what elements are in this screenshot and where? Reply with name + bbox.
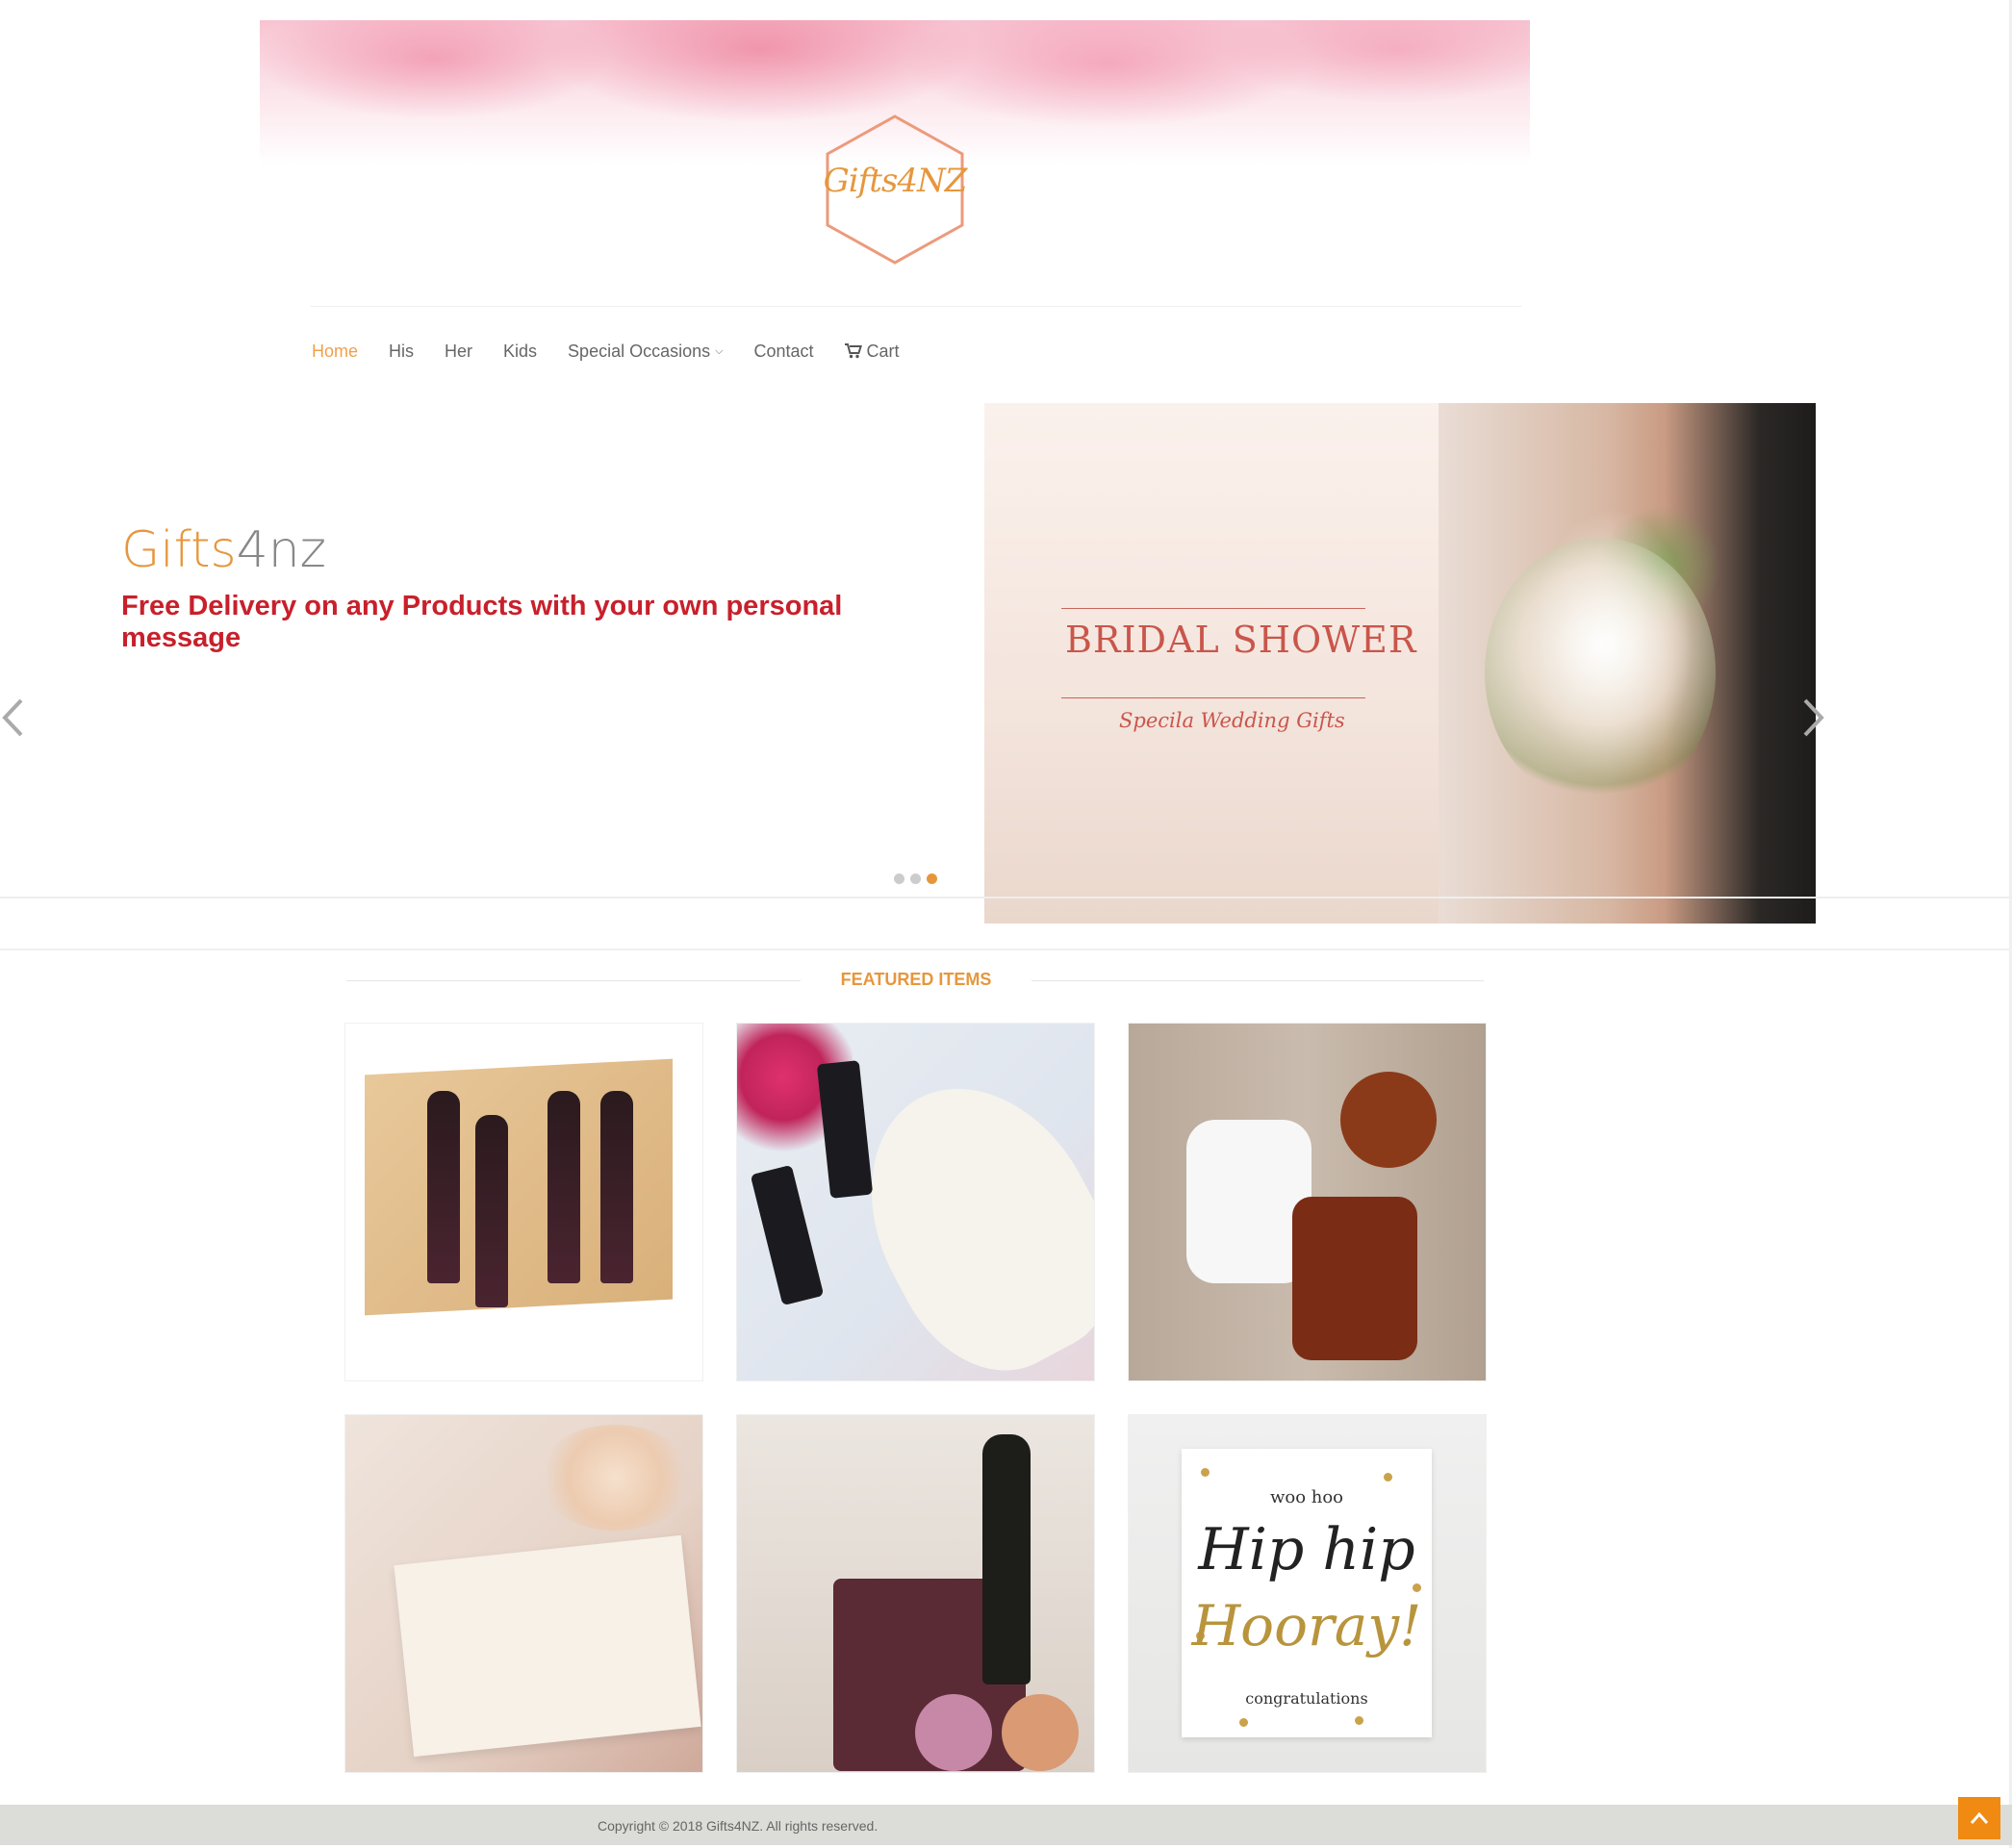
slide-brand-title: Gifts4nz bbox=[121, 521, 326, 579]
nav-home-label: Home bbox=[312, 341, 359, 361]
brand-title-part2: 4nz bbox=[236, 521, 326, 579]
hero-bouquet bbox=[1485, 538, 1716, 807]
site-logo[interactable]: Gifts4NZ bbox=[823, 114, 967, 266]
nav-cart-label: Cart bbox=[866, 341, 900, 361]
slider-dot[interactable] bbox=[894, 873, 904, 884]
footer: Copyright © 2018 Gifts4NZ. All rights re… bbox=[0, 1805, 2012, 1845]
logo-text: Gifts4NZ bbox=[823, 162, 968, 200]
slider-dot-active[interactable] bbox=[927, 873, 937, 884]
nav-special-occasions[interactable]: Special Occasions ⌵ bbox=[568, 337, 723, 366]
copyright-text: Copyright © 2018 Gifts4NZ. All rights re… bbox=[598, 1818, 879, 1834]
nav-his-label: His bbox=[389, 341, 415, 361]
product-image bbox=[345, 1415, 702, 1772]
slide-hero-image: BRIDAL SHOWER Specila Wedding Gifts bbox=[984, 403, 1816, 924]
nav-contact-label: Contact bbox=[753, 341, 814, 361]
wine-bottle bbox=[548, 1091, 580, 1283]
product-card-wine[interactable] bbox=[344, 1023, 703, 1381]
product-image bbox=[737, 1415, 1094, 1772]
nav-special-occasions-label: Special Occasions bbox=[568, 341, 711, 361]
lipstick bbox=[750, 1164, 825, 1306]
lipstick bbox=[816, 1060, 874, 1199]
hero-rule-bottom bbox=[1061, 697, 1365, 698]
slider-prev-button[interactable] bbox=[0, 689, 25, 751]
nav-contact[interactable]: Contact bbox=[753, 337, 813, 366]
wine-bottle bbox=[475, 1115, 508, 1307]
nav-kids[interactable]: Kids bbox=[503, 337, 537, 366]
gold-dot bbox=[1355, 1716, 1363, 1725]
section-divider bbox=[0, 949, 2012, 950]
featured-rule-right bbox=[1031, 980, 1484, 981]
gift-box bbox=[826, 1048, 1094, 1380]
wine-bottle bbox=[600, 1091, 633, 1283]
slider-indicators bbox=[894, 873, 937, 884]
card-text-congratulations: congratulations bbox=[1245, 1689, 1368, 1708]
header-divider bbox=[311, 306, 1521, 307]
chocolate-tin bbox=[1002, 1694, 1079, 1771]
product-card-invitation[interactable] bbox=[344, 1414, 703, 1773]
brand-title-part1: Gifts bbox=[121, 521, 237, 579]
slide-subtitle: Free Delivery on any Products with your … bbox=[121, 591, 843, 653]
product-image bbox=[1129, 1024, 1486, 1380]
slider-dot[interactable] bbox=[910, 873, 921, 884]
product-card-baby-set[interactable] bbox=[1128, 1023, 1487, 1381]
slider-divider bbox=[0, 897, 2012, 899]
main-nav: Home His Her Kids Special Occasions ⌵ Con… bbox=[312, 337, 930, 366]
product-image bbox=[737, 1024, 1094, 1380]
product-card-greeting[interactable]: woo hoo Hip hip Hooray! congratulations bbox=[1128, 1414, 1487, 1773]
roses bbox=[538, 1425, 692, 1531]
chevron-left-icon bbox=[2, 698, 23, 737]
card-text-hip-hip: Hip hip bbox=[1198, 1516, 1415, 1583]
card-text-hooray: Hooray! bbox=[1191, 1593, 1422, 1658]
nav-kids-label: Kids bbox=[503, 341, 538, 361]
nav-his[interactable]: His bbox=[389, 337, 414, 366]
chevron-up-icon bbox=[1970, 1811, 1989, 1824]
greeting-card: woo hoo Hip hip Hooray! congratulations bbox=[1182, 1449, 1432, 1737]
featured-grid: woo hoo Hip hip Hooray! congratulations bbox=[344, 1023, 1487, 1773]
nav-home[interactable]: Home bbox=[312, 337, 358, 366]
baby-pants bbox=[1292, 1197, 1417, 1360]
product-card-hamper[interactable] bbox=[736, 1414, 1095, 1773]
gold-dot bbox=[1201, 1468, 1210, 1477]
hero-left-panel bbox=[984, 403, 1439, 924]
card-text-woohoo: woo hoo bbox=[1269, 1487, 1344, 1507]
gold-dot bbox=[1384, 1473, 1392, 1481]
invitation-envelope bbox=[394, 1534, 701, 1758]
chocolate-tin bbox=[915, 1694, 992, 1771]
featured-title: FEATURED ITEMS bbox=[840, 970, 992, 989]
product-image bbox=[345, 1024, 702, 1380]
chevron-right-icon bbox=[1803, 698, 1824, 737]
nav-her[interactable]: Her bbox=[445, 337, 472, 366]
gold-dot bbox=[1413, 1583, 1421, 1592]
champagne-bottle bbox=[982, 1434, 1031, 1684]
hero-subtitle: Specila Wedding Gifts bbox=[1119, 709, 1345, 732]
cart-icon bbox=[844, 343, 862, 359]
hero-rule-top bbox=[1061, 608, 1365, 609]
wine-bottle bbox=[427, 1091, 460, 1283]
product-image: woo hoo Hip hip Hooray! congratulations bbox=[1129, 1415, 1486, 1772]
hero-title: BRIDAL SHOWER bbox=[1065, 619, 1417, 661]
gold-dot bbox=[1239, 1718, 1248, 1727]
nav-her-label: Her bbox=[445, 341, 473, 361]
chevron-down-icon: ⌵ bbox=[715, 344, 724, 357]
baby-hat bbox=[1340, 1072, 1437, 1168]
scroll-to-top-button[interactable] bbox=[1958, 1797, 2000, 1839]
nav-cart[interactable]: Cart bbox=[844, 337, 900, 366]
featured-rule-left bbox=[346, 980, 801, 981]
product-card-gift-set[interactable] bbox=[736, 1023, 1095, 1381]
slider-next-button[interactable] bbox=[1801, 689, 1826, 751]
